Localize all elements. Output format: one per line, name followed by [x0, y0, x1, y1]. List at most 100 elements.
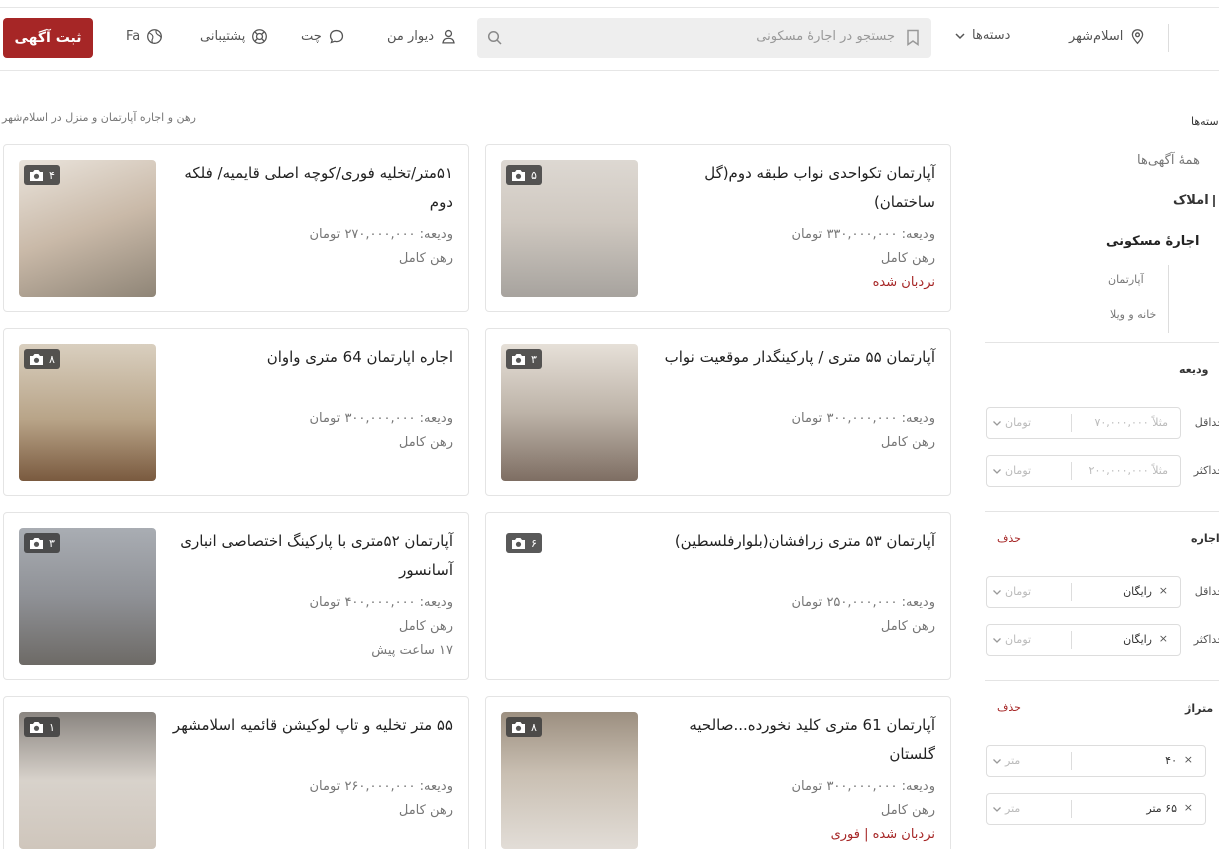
support-label: پشتیبانی — [200, 29, 246, 44]
listing-title[interactable]: آپارتمان ۵۵ متری / پارکینگدار موقعیت نوا… — [650, 343, 935, 372]
clear-icon[interactable]: × — [1159, 584, 1168, 597]
photo-count: ۶ — [531, 536, 537, 550]
area-delete-button[interactable]: حذف — [997, 701, 1021, 714]
listing-title[interactable]: آپارتمان 61 متری کلید نخورده...صالحیه گل… — [650, 711, 935, 769]
listing-title[interactable]: ۵۵ متر تخلیه و تاپ لوکیشن قائمیه اسلامشه… — [168, 711, 453, 740]
divider — [985, 342, 1219, 343]
deposit-heading[interactable]: ودیعه — [1179, 363, 1209, 376]
lifebuoy-icon — [252, 29, 268, 44]
listing-title[interactable]: آپارتمان ۵۲متری با پارکینگ اختصاصی انبار… — [168, 527, 453, 585]
rent-delete-button[interactable]: حذف — [997, 532, 1021, 545]
user-icon — [442, 29, 455, 44]
rent-heading[interactable]: اجاره — [1191, 532, 1219, 545]
post-ad-button[interactable]: ثبت آگهی — [3, 18, 93, 58]
rent-min-label: حداقل — [1194, 585, 1219, 598]
rent-min-unit: تومان — [1005, 585, 1032, 598]
chevron-down-icon — [993, 421, 1001, 426]
listing-title[interactable]: آپارتمان تکواحدی نواب طبقه دوم(گل ساختما… — [650, 159, 935, 217]
listing-title[interactable]: اجاره اپارتمان 64 متری واوان — [168, 343, 453, 372]
field-separator — [1071, 462, 1072, 480]
listing-card[interactable]: ۸ آپارتمان 61 متری کلید نخورده...صالحیه گ… — [485, 696, 951, 849]
deposit-max-field[interactable]: مثلاً ۲۰۰,۰۰۰,۰۰۰ تومان — [986, 455, 1181, 487]
listing-rent-type: رهن کامل — [880, 803, 935, 818]
area-min-unit: متر — [1005, 754, 1021, 767]
my-divar-link[interactable]: دیوار من — [387, 28, 457, 45]
listing-deposit: ودیعه: ۳۳۰,۰۰۰,۰۰۰ تومان — [791, 227, 936, 242]
listing-rent-type: رهن کامل — [398, 619, 453, 634]
listing-photo: ۴ — [19, 160, 156, 297]
listing-card[interactable]: ۴ ۵۱متر/تخلیه فوری/کوچه اصلی قایمیه/ فلکه… — [3, 144, 469, 312]
listing-rent-type: رهن کامل — [880, 619, 935, 634]
photo-count-badge: ۳ — [24, 533, 60, 553]
header-divider — [1168, 24, 1169, 52]
listing-card[interactable]: ۳ آپارتمان ۵۲متری با پارکینگ اختصاصی انبا… — [3, 512, 469, 680]
clear-icon[interactable]: × — [1159, 632, 1168, 645]
city-selector[interactable]: اسلام‌شهر — [1069, 28, 1146, 45]
rent-min-value: رایگان — [1123, 585, 1152, 598]
area-min-field[interactable]: × ۴۰ متر — [986, 745, 1206, 777]
category-house-villa[interactable]: خانه و ویلا — [1110, 308, 1156, 321]
area-max-field[interactable]: × ۶۵ متر متر — [986, 793, 1206, 825]
search-input[interactable]: جستجو در اجارهٔ مسکونی — [477, 18, 931, 58]
camera-icon — [30, 169, 43, 181]
categories-heading: دسته‌ها — [1191, 115, 1219, 128]
camera-icon — [512, 721, 525, 733]
clear-icon[interactable]: × — [1184, 753, 1193, 766]
support-link[interactable]: پشتیبانی — [200, 28, 268, 45]
listing-card[interactable]: ۵ آپارتمان تکواحدی نواب طبقه دوم(گل ساختم… — [485, 144, 951, 312]
photo-count-badge: ۸ — [24, 349, 60, 369]
area-min-value: ۴۰ — [1165, 754, 1177, 767]
field-separator — [1071, 752, 1072, 770]
bookmark-icon — [907, 29, 919, 46]
area-heading[interactable]: متراژ — [1185, 702, 1213, 715]
listing-card[interactable]: ۶ آپارتمان ۵۳ متری زرافشان(بلوارفلسطین) ود… — [485, 512, 951, 680]
listing-extra: نردبان شده — [872, 275, 935, 290]
photo-count: ۵ — [531, 168, 537, 182]
categories-dropdown[interactable]: دسته‌ها — [954, 28, 1010, 43]
camera-icon — [512, 169, 525, 181]
listing-deposit: ودیعه: ۳۰۰,۰۰۰,۰۰۰ تومان — [791, 411, 936, 426]
category-apartment[interactable]: آپارتمان — [1108, 273, 1144, 286]
category-all-ads[interactable]: همهٔ آگهی‌ها — [1137, 153, 1200, 168]
photo-count-badge: ۴ — [24, 165, 60, 185]
area-max-unit: متر — [1005, 802, 1021, 815]
clear-icon[interactable]: × — [1184, 801, 1193, 814]
rent-max-label: حداکثر — [1193, 633, 1219, 646]
deposit-min-field[interactable]: مثلاً ۷۰,۰۰۰,۰۰۰ تومان — [986, 407, 1181, 439]
camera-icon — [30, 537, 43, 549]
listing-title[interactable]: آپارتمان ۵۳ متری زرافشان(بلوارفلسطین) — [650, 527, 935, 556]
listing-deposit: ودیعه: ۲۵۰,۰۰۰,۰۰۰ تومان — [791, 595, 936, 610]
chat-label: چت — [301, 29, 322, 44]
listing-rent-type: رهن کامل — [398, 803, 453, 818]
listing-deposit: ودیعه: ۲۶۰,۰۰۰,۰۰۰ تومان — [309, 779, 454, 794]
listing-card[interactable]: ۸ اجاره اپارتمان 64 متری واوان ودیعه: ۳۰۰,… — [3, 328, 469, 496]
photo-count-badge: ۳ — [506, 349, 542, 369]
deposit-min-unit: تومان — [1005, 416, 1032, 429]
my-divar-label: دیوار من — [387, 29, 435, 44]
listing-card[interactable]: ۱ ۵۵ متر تخلیه و تاپ لوکیشن قائمیه اسلامش… — [3, 696, 469, 849]
rent-max-field[interactable]: × رایگان تومان — [986, 624, 1181, 656]
listing-photo: ۳ — [501, 344, 638, 481]
category-residential-rent[interactable]: اجارهٔ مسکونی — [1106, 234, 1199, 249]
language-switch[interactable]: Fa — [126, 28, 163, 45]
listing-card[interactable]: ۳ آپارتمان ۵۵ متری / پارکینگدار موقعیت نو… — [485, 328, 951, 496]
chevron-down-icon — [993, 638, 1001, 643]
category-real-estate[interactable]: املاک — [1173, 193, 1209, 208]
rent-max-unit: تومان — [1005, 633, 1032, 646]
categories-label: دسته‌ها — [972, 28, 1011, 43]
photo-count-badge: ۶ — [506, 533, 542, 553]
deposit-max-label: حداکثر — [1193, 464, 1219, 477]
chevron-down-icon — [993, 807, 1001, 812]
chat-link[interactable]: چت — [301, 28, 345, 45]
rent-min-field[interactable]: × رایگان تومان — [986, 576, 1181, 608]
chevron-down-icon — [993, 759, 1001, 764]
deposit-max-unit: تومان — [1005, 464, 1032, 477]
chevron-down-icon — [955, 32, 965, 39]
globe-icon — [147, 29, 163, 44]
field-separator — [1071, 414, 1072, 432]
field-separator — [1071, 800, 1072, 818]
listing-title[interactable]: ۵۱متر/تخلیه فوری/کوچه اصلی قایمیه/ فلکه … — [168, 159, 453, 217]
rent-max-value: رایگان — [1123, 633, 1152, 646]
filters-sidebar: دسته‌ها همهٔ آگهی‌ها املاک اجارهٔ مسکونی… — [985, 95, 1219, 849]
header: ثبت آگهی Fa پشتیبانی چت دیوار من جستجو د… — [0, 8, 1219, 71]
